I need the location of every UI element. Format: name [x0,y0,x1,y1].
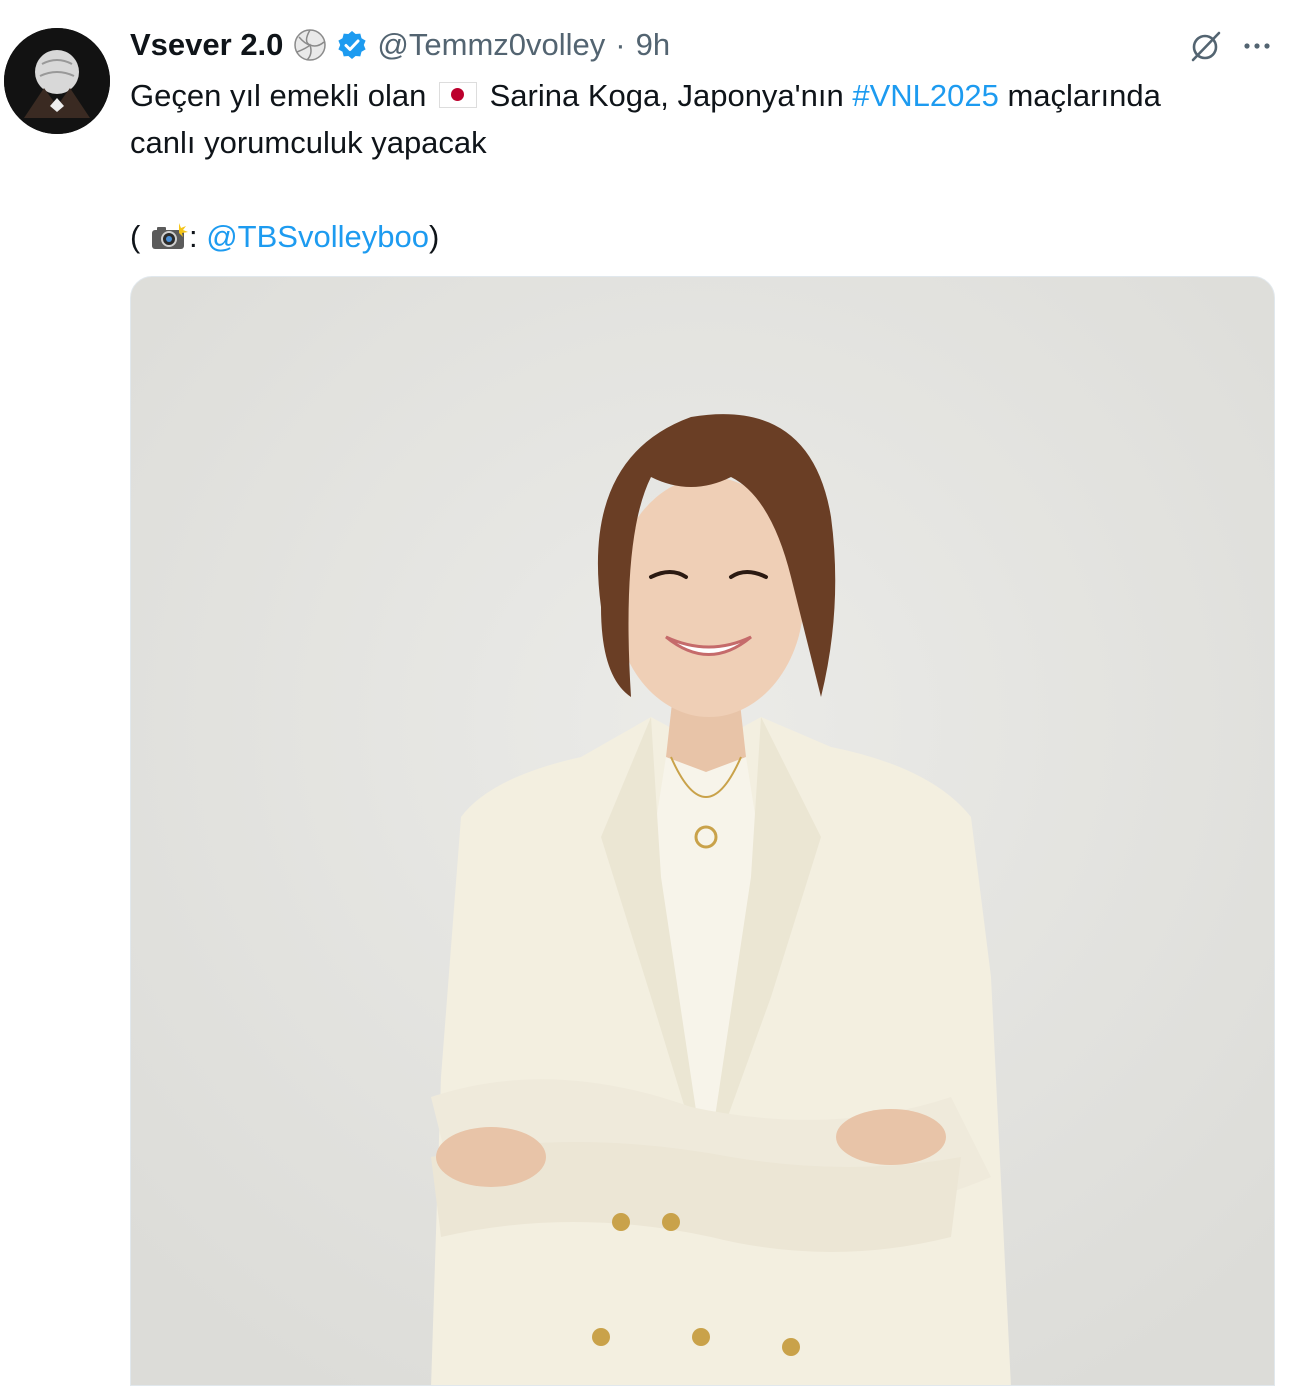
volleyball-icon [293,28,327,62]
avatar[interactable] [4,28,110,134]
timestamp[interactable]: 9h [636,27,670,63]
hashtag-link[interactable]: #VNL2025 [852,78,999,113]
text-segment: maçlarında [1007,78,1161,113]
japan-flag-icon [439,82,477,108]
verified-badge-icon[interactable] [337,30,367,60]
text-segment: Sarina Koga, Japonya'nın [489,78,844,113]
camera-with-flash-icon [149,217,189,249]
mention-link[interactable]: @TBSvolleyboo [206,219,429,254]
author-handle[interactable]: @Temmz0volley [377,27,605,63]
photo-image [131,277,1274,1385]
photo-credit: ( : @TBSvolleyboo) [130,213,1270,260]
text-segment: Geçen yıl emekli olan [130,78,427,113]
credit-open-paren: ( [130,219,141,254]
tweet-line-2: canlı yorumculuk yapacak [130,125,487,160]
grok-icon[interactable] [1188,28,1224,64]
display-name[interactable]: Vsever 2.0 [130,27,283,63]
separator-dot: · [615,27,626,62]
tweet-photo[interactable] [130,276,1275,1386]
credit-colon: : [188,219,198,254]
tweet-header: Vsever 2.0 @Temmz0volley · 9h [130,22,670,68]
more-options-icon[interactable] [1240,30,1274,60]
tweet-line-1: Geçen yıl emekli olan Sarina Koga, Japon… [130,72,1270,119]
tweet-text: Geçen yıl emekli olan Sarina Koga, Japon… [130,72,1270,260]
credit-close-paren: ) [428,219,440,254]
avatar-image [4,28,110,134]
